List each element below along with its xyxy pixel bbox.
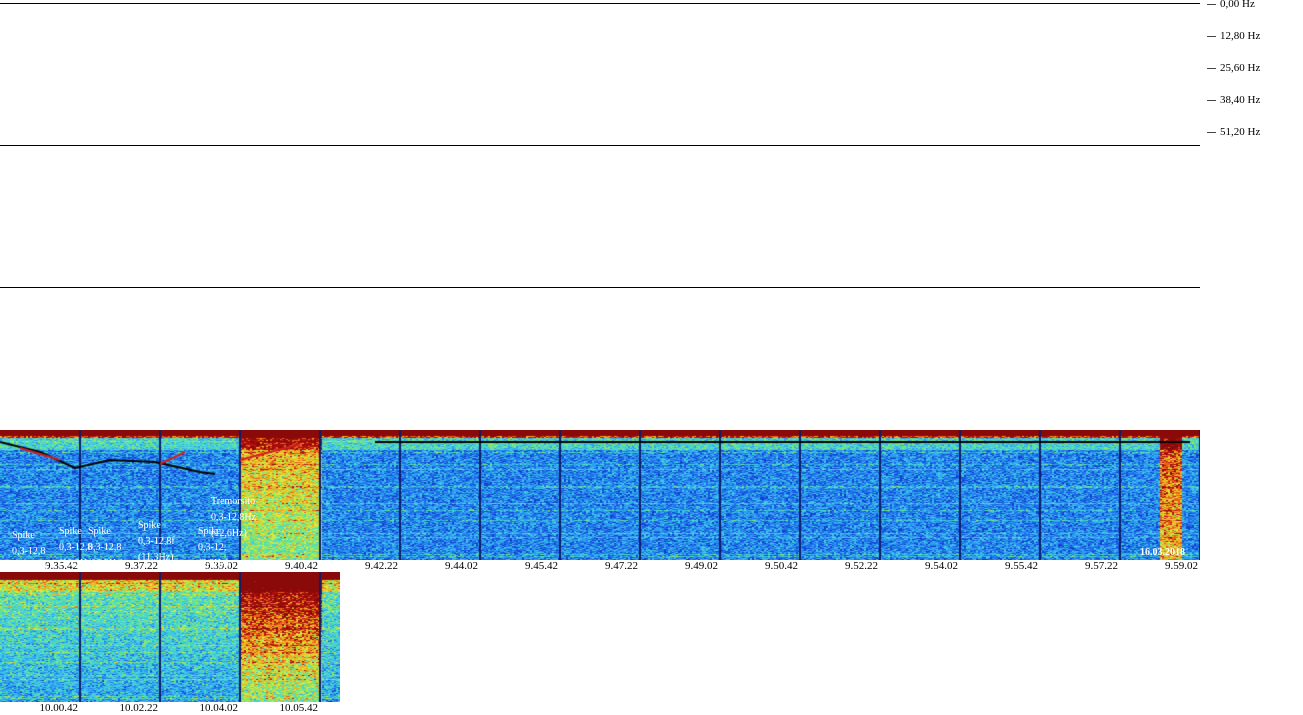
frequency-tick [1207,4,1216,5]
time-tick-label: 9.59.02 [1165,560,1198,572]
time-tick-label: 10.05.42 [279,702,319,714]
tremor-annotation: Tremorsito 0,3-12,8Hz (12,6Hz) [211,496,256,539]
frequency-tick [1207,132,1216,133]
spectrogram-row-1 [0,430,1200,560]
frequency-tick-label: 0,00 Hz [1220,0,1255,10]
panel-divider-line-2 [0,287,1200,288]
time-tick-label: 9.50.42 [765,560,798,572]
time-tick-label: 9.55.42 [1005,560,1038,572]
frequency-tick-label: 51,20 Hz [1220,126,1261,138]
time-tick-label: 9.52.22 [845,560,878,572]
time-tick-label: 10.00.42 [39,702,79,714]
frequency-tick-label: 38,40 Hz [1220,94,1261,106]
time-tick-label: 9.42.22 [365,560,398,572]
frequency-tick-label: 25,60 Hz [1220,62,1261,74]
frequency-tick [1207,68,1216,69]
frequency-tick-label: 12,80 Hz [1220,30,1261,42]
time-tick-label: 9.54.02 [925,560,958,572]
spectrogram-row-2 [0,572,340,702]
time-tick-label: 9.47.22 [605,560,638,572]
time-tick-label: 9.45.42 [525,560,558,572]
time-tick-label: 10.02.22 [119,702,159,714]
time-tick-label: 9.49.02 [685,560,718,572]
frequency-tick [1207,100,1216,101]
frequency-tick [1207,36,1216,37]
time-tick-label: 10.04.02 [199,702,239,714]
date-label: 16.03.2018 [1140,547,1185,558]
spectrogram-canvas-1 [0,430,1200,560]
time-tick-label: 9.57.22 [1085,560,1118,572]
panel-divider-line-1 [0,145,1200,146]
spike-annotation: Spike 0,3-12,8f (11,3Hz) [138,520,175,563]
time-tick-label: 9.44.02 [445,560,478,572]
spectrogram-canvas-2 [0,572,340,702]
time-tick-label: 9.40.42 [285,560,318,572]
panel-top-line [0,3,1200,4]
